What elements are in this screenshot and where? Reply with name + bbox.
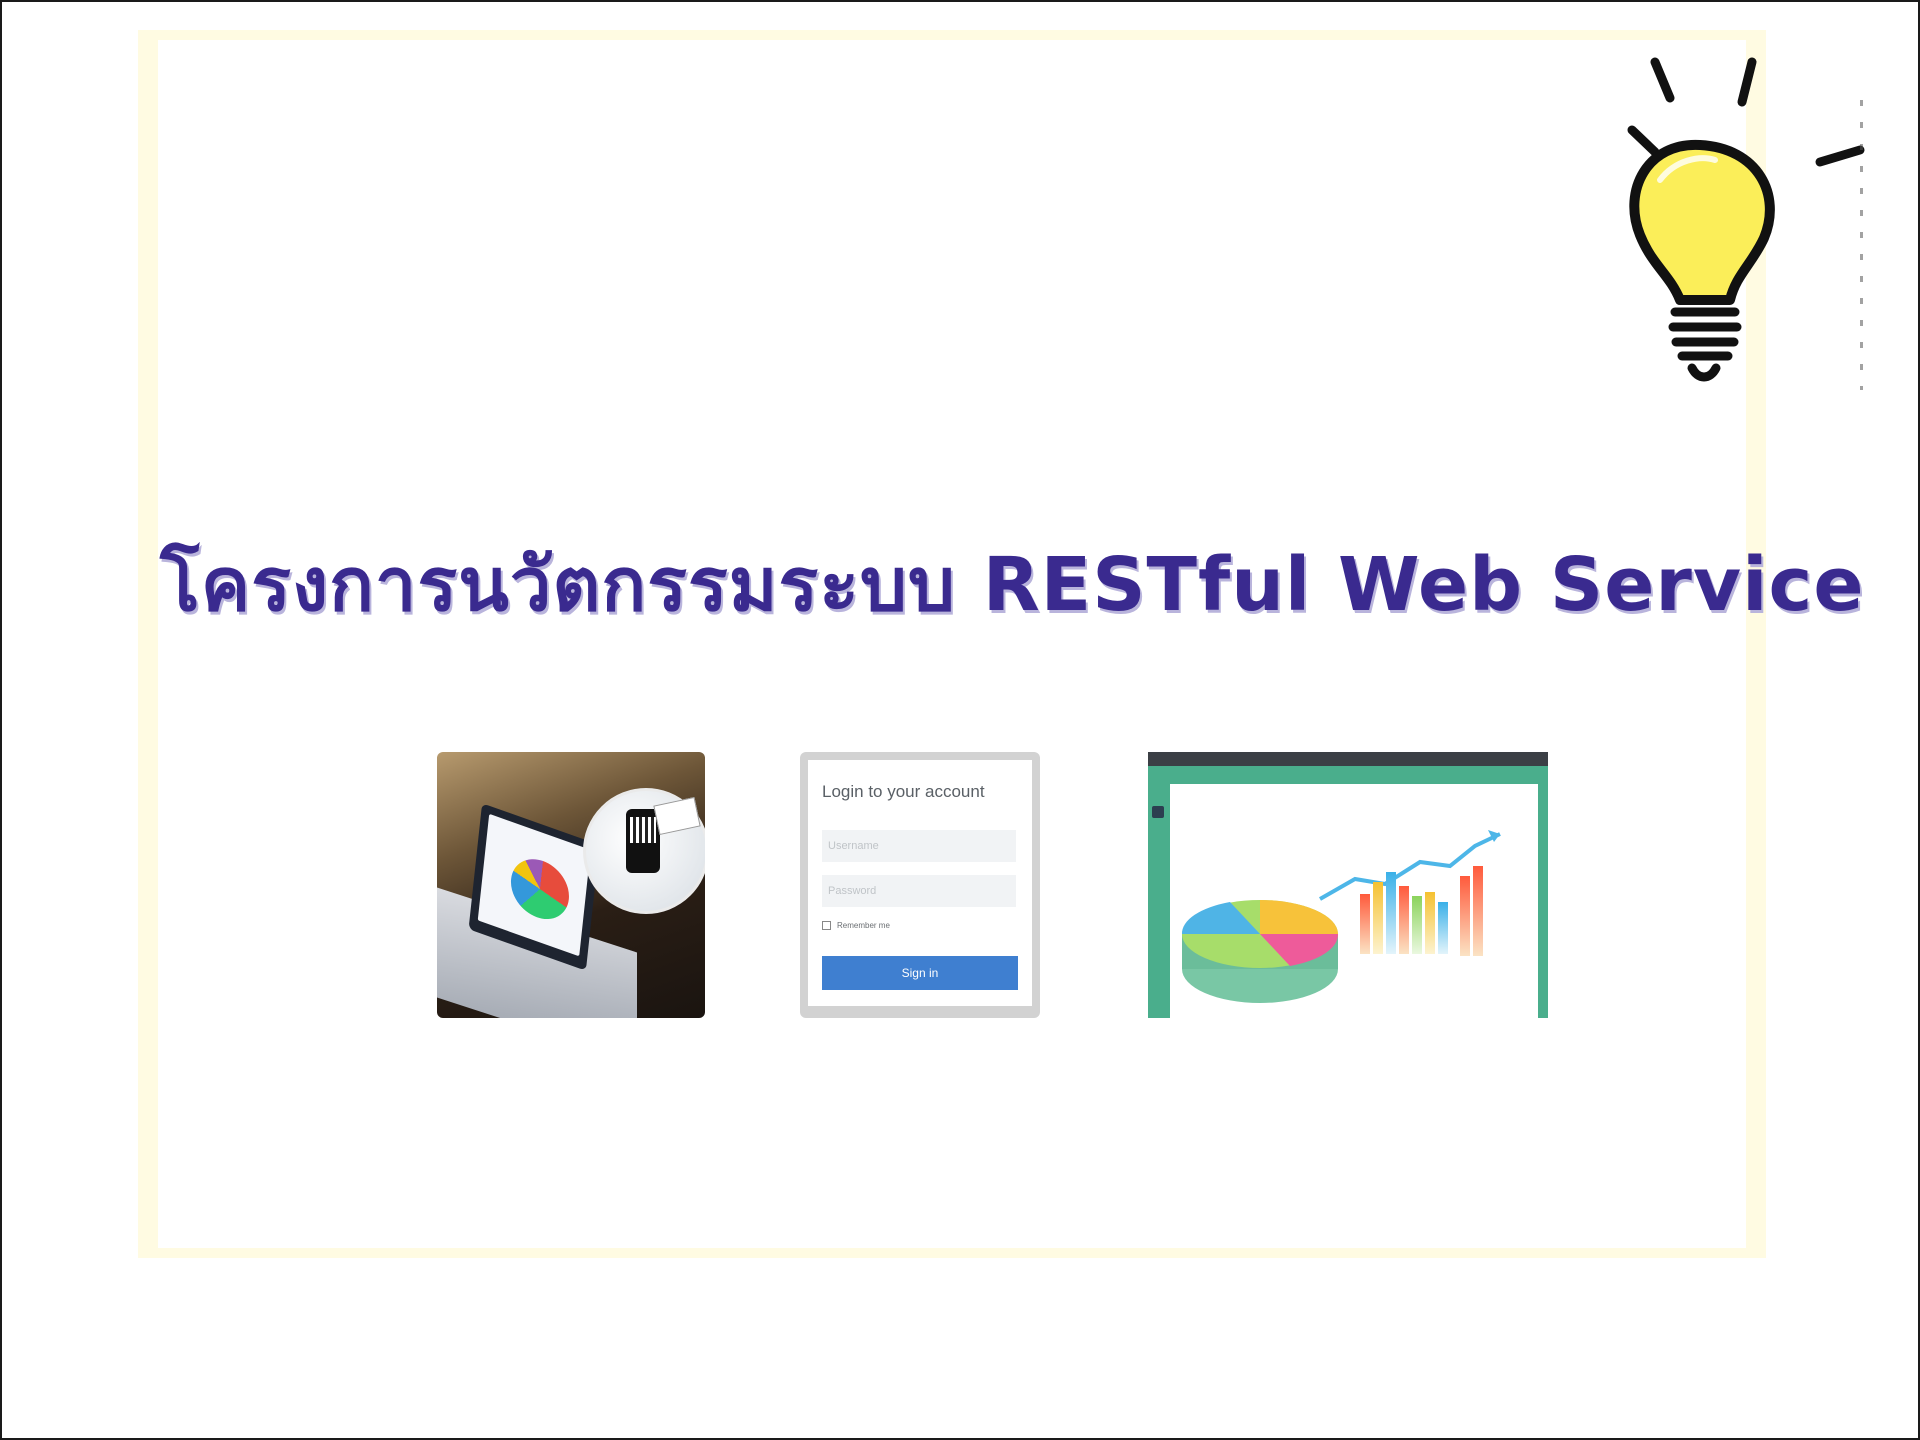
laptop-pie-chart-photo — [437, 752, 705, 1018]
smartphone-icon — [626, 809, 660, 873]
laptop-display — [477, 813, 591, 957]
login-form-screenshot: Login to your account Remember me Sign i… — [800, 752, 1040, 1018]
chart-illustration — [1181, 830, 1501, 1003]
login-card: Login to your account Remember me Sign i… — [808, 760, 1032, 1006]
slide — [138, 30, 1766, 1258]
remember-me-row[interactable]: Remember me — [822, 921, 890, 930]
dashboard-sidebar — [1148, 766, 1170, 1018]
username-input[interactable] — [822, 830, 1016, 862]
slide-content-area — [158, 40, 1746, 1248]
bar-group — [1360, 866, 1483, 956]
pie-chart-icon — [508, 850, 572, 928]
lightbulb-icon — [1627, 57, 1865, 382]
dashboard-chart-screenshot — [1148, 752, 1548, 1018]
phone-qr-scan-inset — [583, 788, 705, 914]
slide-title: โครงการนวัตกรรมระบบ RESTful Web Service — [160, 542, 1865, 628]
sign-in-button[interactable]: Sign in — [822, 956, 1018, 990]
pie-3d — [1181, 900, 1339, 1003]
sidebar-user-icon — [1152, 806, 1164, 818]
dashed-divider — [1860, 100, 1863, 390]
qr-code-icon — [630, 817, 656, 843]
remember-me-checkbox[interactable] — [822, 921, 831, 930]
dashboard-body — [1170, 784, 1538, 1018]
remember-me-label: Remember me — [837, 921, 890, 930]
password-input[interactable] — [822, 875, 1016, 907]
dashboard-topbar — [1148, 752, 1548, 766]
qr-card — [653, 796, 701, 836]
login-title: Login to your account — [822, 782, 985, 801]
